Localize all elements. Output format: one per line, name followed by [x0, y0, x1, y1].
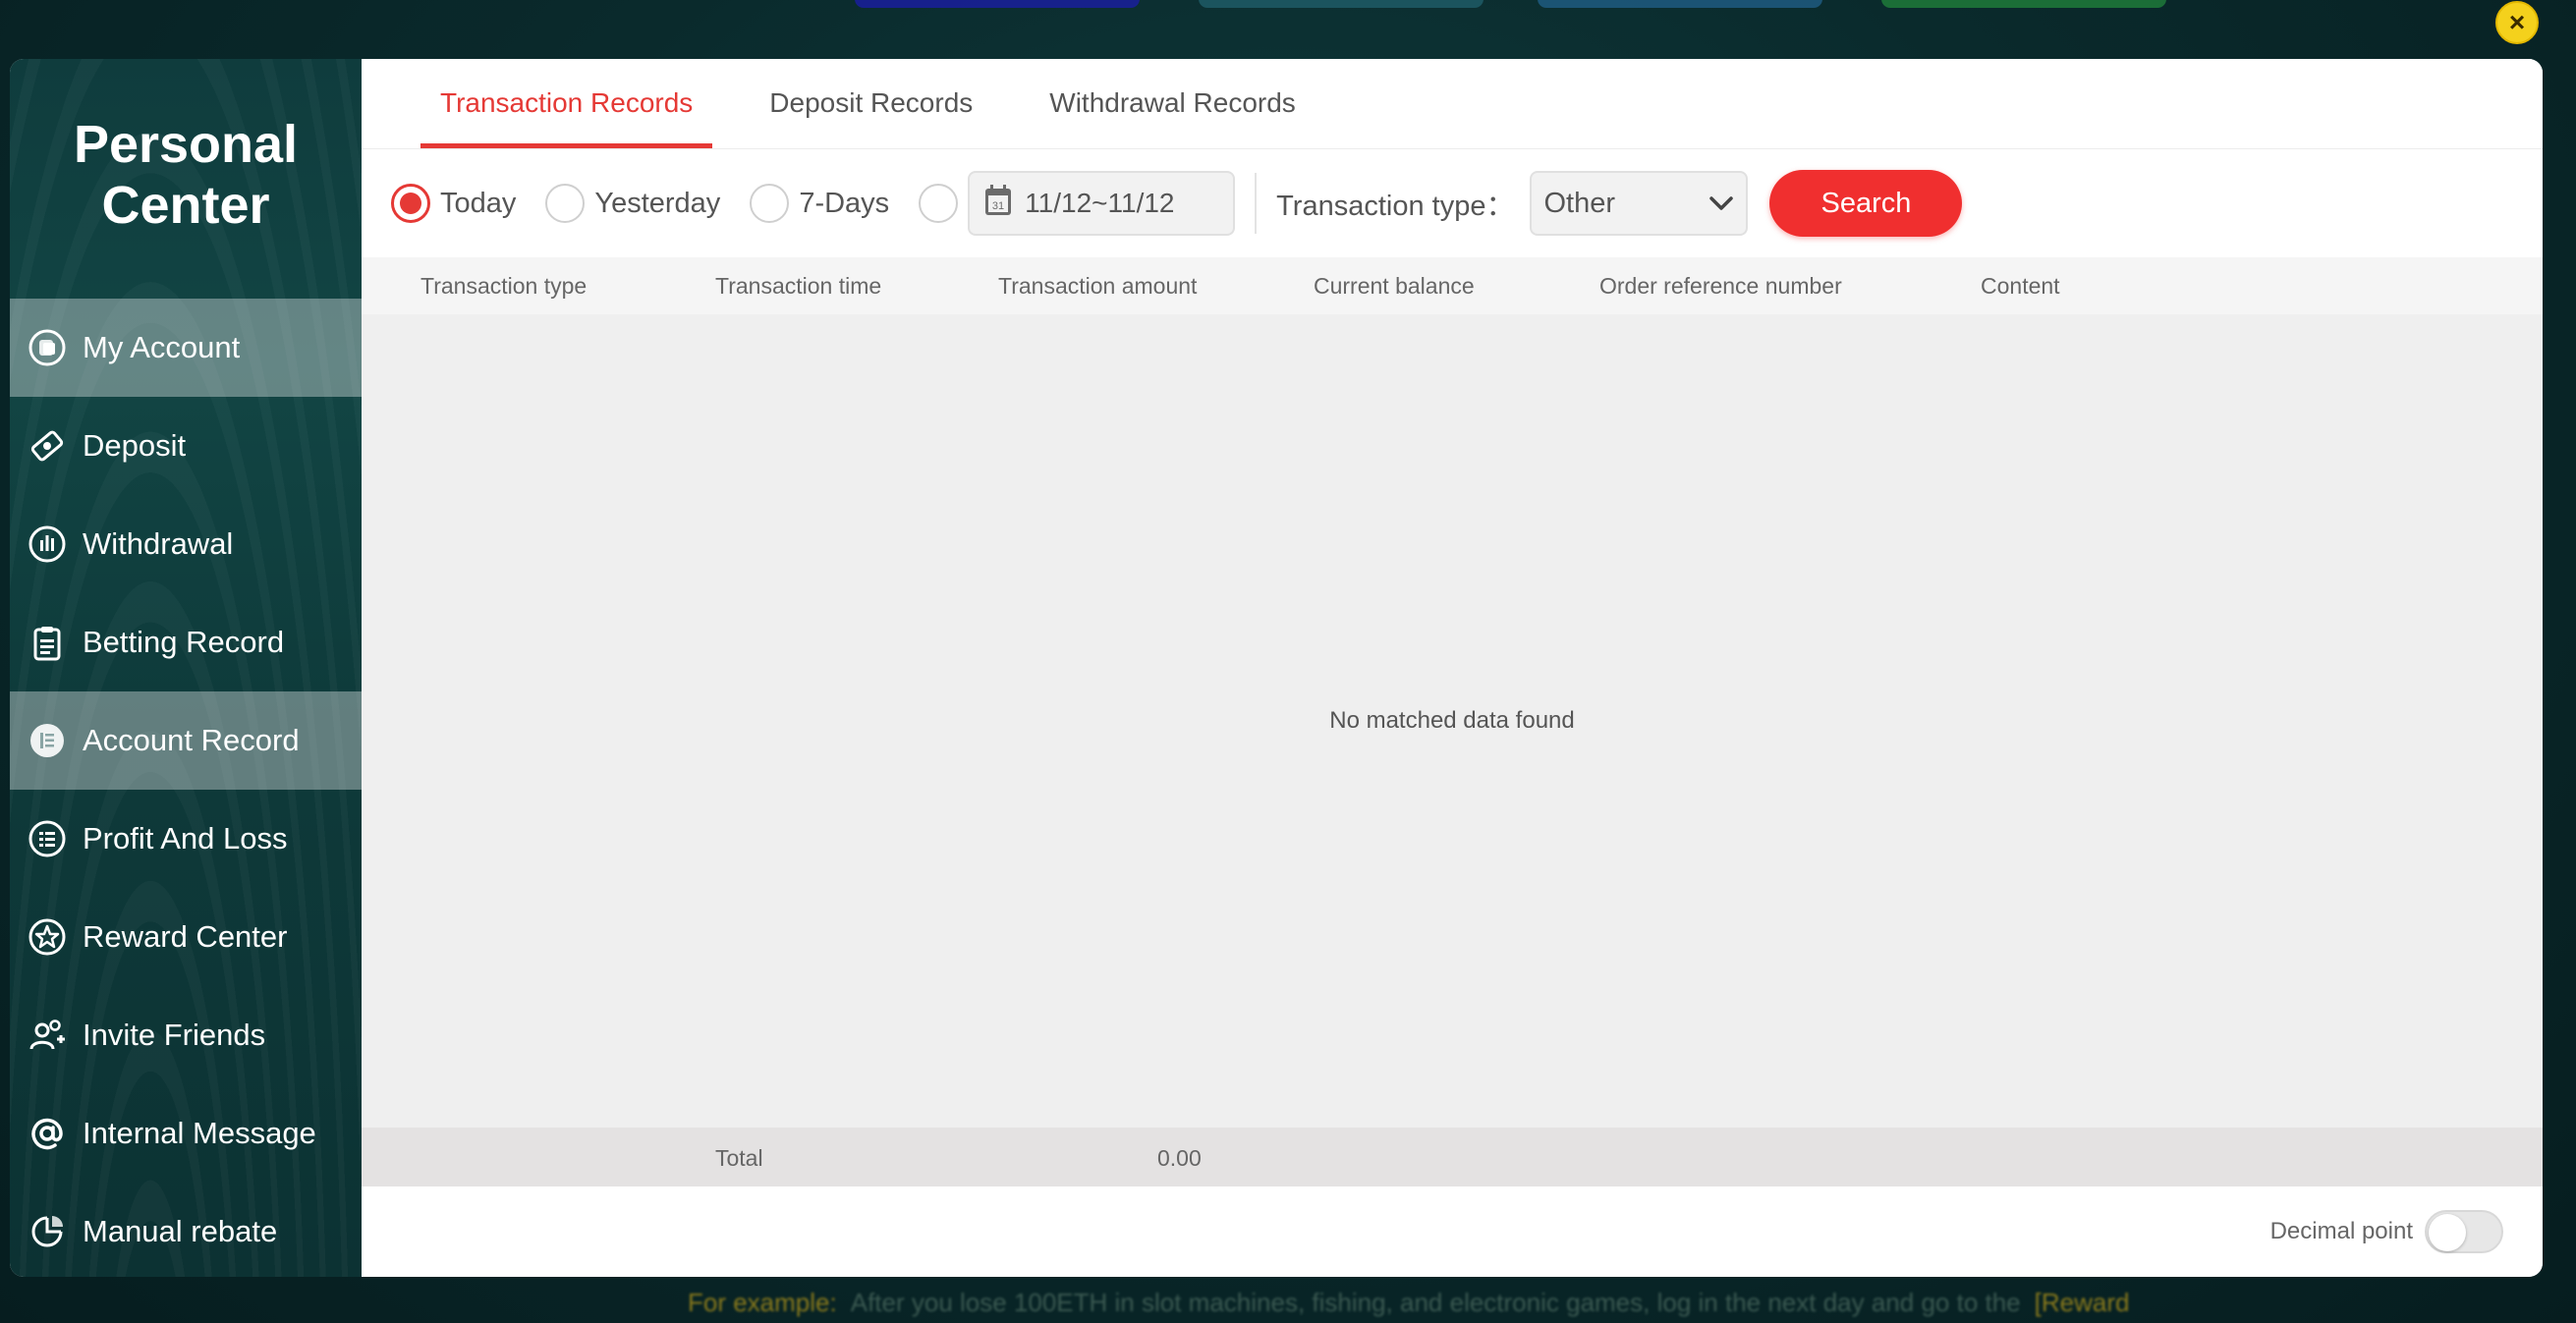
- sidebar-item-profit-and-loss[interactable]: Profit And Loss: [10, 790, 362, 888]
- radio-dot: [391, 184, 430, 223]
- banner-highlight: For example:: [688, 1287, 837, 1317]
- column-header: Current balance: [1314, 272, 1475, 299]
- decimal-point-label: Decimal point: [2269, 1218, 2413, 1244]
- brand-title: Personal Center: [10, 59, 362, 299]
- sidebar-item-label: Internal Message: [83, 1116, 316, 1150]
- banner-end: [Reward: [2034, 1287, 2130, 1317]
- sidebar-menu: My Account Deposit Withdrawal Betting Re…: [10, 299, 362, 1277]
- tab-label: Withdrawal Records: [1049, 87, 1296, 118]
- personal-center-modal: Personal Center My Account Deposit Withd…: [10, 59, 2543, 1277]
- sidebar-item-manual-rebate[interactable]: Manual rebate: [10, 1183, 362, 1277]
- radio-dot: [545, 184, 586, 223]
- toggle-knob: [2429, 1214, 2466, 1251]
- radio-yesterday[interactable]: Yesterday: [545, 184, 720, 223]
- column-header: Transaction amount: [998, 272, 1198, 299]
- sidebar-item-account-record[interactable]: Account Record: [10, 691, 362, 790]
- sidebar-item-label: Betting Record: [83, 625, 285, 659]
- sidebar-item-betting-record[interactable]: Betting Record: [10, 593, 362, 691]
- star-icon: [28, 917, 67, 957]
- column-header: Content: [1981, 272, 2060, 299]
- background-button: [855, 0, 1140, 8]
- tab-withdrawal-records[interactable]: Withdrawal Records: [1030, 59, 1316, 148]
- column-header: Order reference number: [1599, 272, 1842, 299]
- radio-label: Yesterday: [594, 187, 721, 219]
- empty-state-text: No matched data found: [1329, 707, 1575, 734]
- close-button[interactable]: ×: [2495, 1, 2539, 44]
- transaction-type-label: Transaction type：: [1276, 191, 1515, 222]
- at-icon: [28, 1114, 67, 1153]
- tab-label: Deposit Records: [769, 87, 974, 118]
- decimal-point-toggle[interactable]: [2425, 1210, 2503, 1253]
- sidebar-item-reward-center[interactable]: Reward Center: [10, 888, 362, 986]
- date-range-value: 11/12~11/12: [1025, 188, 1175, 218]
- decimal-point-control: Decimal point: [2270, 1210, 2503, 1253]
- radio-today[interactable]: Today: [391, 184, 516, 223]
- sidebar: Personal Center My Account Deposit Withd…: [10, 59, 362, 1277]
- svg-text:31: 31: [992, 200, 1004, 212]
- sidebar-item-label: Manual rebate: [83, 1214, 278, 1248]
- withdrawal-icon: [28, 524, 67, 564]
- brand-line-2: Center: [101, 176, 270, 235]
- sidebar-item-label: Profit And Loss: [83, 821, 288, 855]
- clipboard-icon: [28, 623, 67, 662]
- records-tabs: Transaction Records Deposit Records With…: [362, 59, 2543, 149]
- table-header: Transaction type Transaction time Transa…: [362, 257, 2543, 314]
- close-icon: ×: [2508, 7, 2526, 37]
- record-icon: [28, 721, 67, 760]
- radio-dot: [750, 184, 790, 223]
- background-button: [1881, 0, 2166, 8]
- tab-deposit-records[interactable]: Deposit Records: [750, 59, 992, 148]
- sidebar-item-label: Invite Friends: [83, 1018, 266, 1052]
- select-value: Other: [1543, 187, 1616, 219]
- invite-icon: [28, 1016, 67, 1055]
- sidebar-item-label: Withdrawal: [83, 526, 234, 561]
- background-banner: For example: After you lose 100ETH in sl…: [688, 1285, 2299, 1320]
- filter-bar: Today Yesterday 7-Days 31 11/12~11/12 Tr…: [362, 149, 2543, 257]
- table-body: No matched data found: [362, 314, 2543, 1128]
- main-content: Transaction Records Deposit Records With…: [362, 59, 2543, 1277]
- chevron-down-icon: [1708, 188, 1734, 220]
- total-label: Total: [715, 1145, 763, 1171]
- sidebar-item-my-account[interactable]: My Account: [10, 299, 362, 397]
- sidebar-item-label: My Account: [83, 330, 241, 364]
- sidebar-item-invite-friends[interactable]: Invite Friends: [10, 986, 362, 1084]
- records-table: Transaction type Transaction time Transa…: [362, 257, 2543, 1186]
- date-range-picker[interactable]: 31 11/12~11/12: [968, 171, 1236, 236]
- column-header: Transaction type: [420, 272, 588, 299]
- background-top-strip: [0, 0, 2576, 59]
- transaction-type-select[interactable]: Other: [1530, 171, 1749, 236]
- sidebar-item-label: Account Record: [83, 723, 300, 757]
- tab-transaction-records[interactable]: Transaction Records: [420, 59, 713, 148]
- tab-label: Transaction Records: [440, 87, 694, 118]
- radio-label: Today: [440, 187, 517, 219]
- modal-footer: Decimal point: [362, 1186, 2543, 1277]
- banner-text: After you lose 100ETH in slot machines, …: [850, 1287, 2021, 1317]
- calendar-icon: 31: [983, 184, 1013, 224]
- sidebar-item-label: Reward Center: [83, 919, 288, 954]
- background-button: [1538, 0, 1822, 8]
- radio-custom-date[interactable]: [919, 184, 959, 223]
- account-icon: [28, 328, 67, 367]
- column-header: Transaction time: [715, 272, 882, 299]
- sidebar-item-deposit[interactable]: Deposit: [10, 397, 362, 495]
- radio-7-days[interactable]: 7-Days: [750, 184, 889, 223]
- list-icon: [28, 819, 67, 858]
- total-value: 0.00: [1157, 1145, 1202, 1171]
- sidebar-item-internal-message[interactable]: Internal Message: [10, 1084, 362, 1183]
- search-button[interactable]: Search: [1769, 170, 1963, 237]
- rebate-icon: [28, 1212, 67, 1251]
- sidebar-item-label: Deposit: [83, 428, 187, 463]
- deposit-icon: [28, 426, 67, 466]
- brand-line-1: Personal: [73, 115, 299, 174]
- table-total-row: Total 0.00: [362, 1128, 2543, 1186]
- sidebar-item-withdrawal[interactable]: Withdrawal: [10, 495, 362, 593]
- background-button: [1199, 0, 1484, 8]
- radio-label: 7-Days: [799, 187, 890, 219]
- divider: [1255, 173, 1258, 234]
